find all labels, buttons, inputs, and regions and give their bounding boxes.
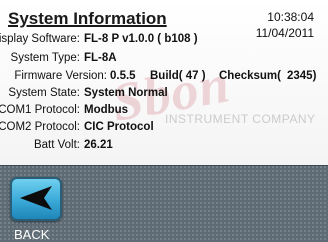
com2-protocol-row: COM2 Protocol: CIC Protocol (0, 121, 328, 135)
system-state-value: System Normal (84, 87, 168, 99)
system-state-row: System State: System Normal (0, 87, 328, 101)
clock-time: 10:38:04 (267, 10, 314, 24)
com2-protocol-label: COM2 Protocol: (0, 121, 80, 133)
display-software-row: Display Software: FL-8 P v1.0.0 ( b108 ) (0, 33, 328, 47)
back-button-label[interactable]: BACK (14, 227, 49, 242)
page-title: System Information (8, 9, 167, 28)
system-type-row: System Type: FL-8A (0, 52, 328, 66)
system-state-label: System State: (8, 87, 80, 99)
bottom-nav-bar: BACK (0, 165, 328, 242)
batt-volt-label: Batt Volt: (33, 139, 80, 151)
firmware-checksum-value: 2345) (287, 70, 317, 82)
com1-protocol-row: COM1 Protocol: Modbus (0, 104, 328, 118)
batt-volt-value: 26.21 (84, 139, 113, 151)
firmware-checksum-label: Checksum( (219, 70, 281, 82)
info-panel: Sbon INSTRUMENT COMPANY System Informati… (0, 0, 328, 166)
system-type-label: System Type: (10, 52, 80, 64)
firmware-version-label: Firmware Version: (14, 70, 107, 82)
back-button[interactable] (10, 177, 62, 221)
batt-volt-row: Batt Volt: 26.21 (0, 139, 328, 153)
left-arrow-icon (20, 186, 52, 210)
firmware-version-value: 0.5.5 (110, 70, 136, 82)
display-software-label: Display Software: (0, 33, 80, 45)
display-software-value: FL-8 P v1.0.0 ( b108 ) (84, 33, 198, 45)
system-type-value: FL-8A (84, 52, 117, 64)
system-information-screen: Sbon INSTRUMENT COMPANY System Informati… (0, 0, 328, 242)
com1-protocol-label: COM1 Protocol: (0, 104, 80, 116)
firmware-version-row: Firmware Version: 0.5.5 Build( 47 ) Chec… (0, 70, 328, 84)
firmware-build: Build( 47 ) (150, 70, 206, 82)
com1-protocol-value: Modbus (84, 104, 129, 116)
com2-protocol-value: CIC Protocol (84, 121, 154, 133)
